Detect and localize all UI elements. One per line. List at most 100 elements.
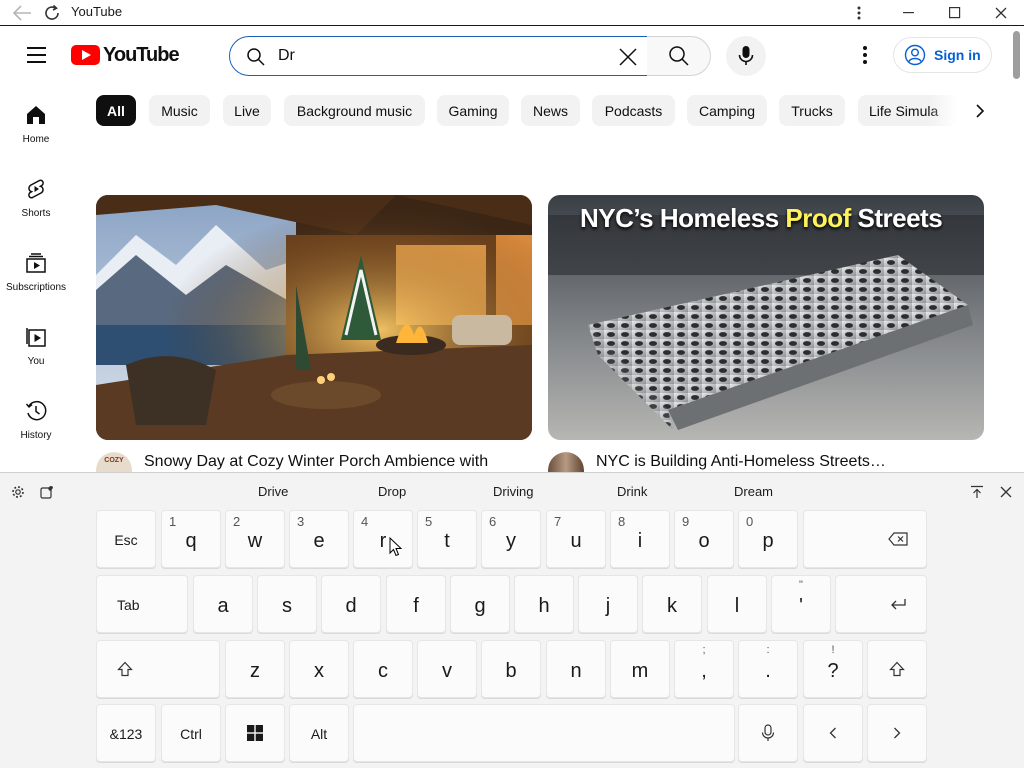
- key-dictation[interactable]: [738, 704, 798, 762]
- voice-search-button[interactable]: [726, 36, 766, 76]
- chip-all[interactable]: All: [96, 95, 136, 126]
- key-t[interactable]: 5t: [417, 510, 477, 568]
- key-k[interactable]: k: [642, 575, 702, 633]
- key-r[interactable]: 4r: [353, 510, 413, 568]
- close-keyboard-icon[interactable]: [997, 483, 1015, 501]
- chevron-right-icon[interactable]: [966, 95, 994, 127]
- chip-podcasts[interactable]: Podcasts: [592, 95, 675, 126]
- sidebar-item-home[interactable]: Home: [0, 90, 72, 160]
- search-button-icon: [668, 46, 689, 66]
- sidebar-item-you[interactable]: You: [0, 312, 72, 382]
- key-esc[interactable]: Esc: [96, 510, 156, 568]
- maximize-icon[interactable]: [932, 0, 978, 25]
- channel-avatar[interactable]: COZY: [96, 452, 132, 472]
- sign-in-button[interactable]: Sign in: [893, 37, 992, 73]
- search-button[interactable]: [647, 36, 711, 76]
- key-period[interactable]: :.: [738, 640, 798, 698]
- sidebar-item-shorts[interactable]: Shorts: [0, 164, 72, 234]
- dock-keyboard-icon[interactable]: [968, 483, 986, 501]
- keyboard-settings-icon[interactable]: [9, 483, 27, 501]
- key-h[interactable]: h: [514, 575, 574, 633]
- key-enter[interactable]: [835, 575, 927, 633]
- key-x[interactable]: x: [289, 640, 349, 698]
- key-e[interactable]: 3e: [289, 510, 349, 568]
- masthead: YouTube Dr Sign in: [0, 27, 1010, 83]
- video-thumbnail-winter-porch[interactable]: [96, 195, 532, 440]
- key-apostrophe[interactable]: " ': [771, 575, 831, 633]
- youtube-logo[interactable]: YouTube: [71, 43, 180, 67]
- suggestion-3[interactable]: Driving: [493, 484, 533, 499]
- suggestion-4[interactable]: Drink: [617, 484, 647, 499]
- key-d[interactable]: d: [321, 575, 381, 633]
- chip-live[interactable]: Live: [223, 95, 271, 126]
- key-v[interactable]: v: [417, 640, 477, 698]
- video-thumbnail-nyc-streets[interactable]: NYC’s Homeless Proof Streets: [548, 195, 984, 440]
- chip-trucks[interactable]: Trucks: [779, 95, 845, 126]
- key-s[interactable]: s: [257, 575, 317, 633]
- suggestion-2[interactable]: Drop: [378, 484, 406, 499]
- sidebar-item-subscriptions[interactable]: Subscriptions: [0, 238, 72, 308]
- key-n[interactable]: n: [546, 640, 606, 698]
- key-l[interactable]: l: [707, 575, 767, 633]
- sidebar-item-history[interactable]: History: [0, 386, 72, 456]
- key-u[interactable]: 7u: [546, 510, 606, 568]
- chip-gaming[interactable]: Gaming: [437, 95, 509, 126]
- key-w[interactable]: 2w: [225, 510, 285, 568]
- key-y[interactable]: 6y: [481, 510, 541, 568]
- key-shift-right[interactable]: [867, 640, 927, 698]
- key-tab[interactable]: Tab: [96, 575, 188, 633]
- key-space[interactable]: [353, 704, 735, 762]
- video-title[interactable]: NYC is Building Anti-Homeless Streets…: [596, 453, 886, 471]
- key-o[interactable]: 9o: [674, 510, 734, 568]
- key-b[interactable]: b: [481, 640, 541, 698]
- key-right-arrow[interactable]: [867, 704, 927, 762]
- key-i[interactable]: 8i: [610, 510, 670, 568]
- page-scrollbar[interactable]: [1010, 27, 1024, 472]
- channel-avatar[interactable]: [548, 452, 584, 472]
- settings-more-icon[interactable]: [853, 39, 877, 71]
- key-windows[interactable]: [225, 704, 285, 762]
- chip-news[interactable]: News: [521, 95, 580, 126]
- minimize-icon[interactable]: [886, 0, 932, 25]
- suggestion-5[interactable]: Dream: [734, 484, 773, 499]
- search-input[interactable]: Dr: [229, 36, 648, 76]
- key-a[interactable]: a: [193, 575, 253, 633]
- key-shift-left[interactable]: [96, 640, 220, 698]
- key-z[interactable]: z: [225, 640, 285, 698]
- key-comma[interactable]: ;,: [674, 640, 734, 698]
- chip-music[interactable]: Music: [149, 95, 210, 126]
- chip-background-music[interactable]: Background music: [284, 95, 425, 126]
- menu-icon[interactable]: [20, 39, 52, 71]
- back-arrow-icon[interactable]: [11, 2, 33, 24]
- clear-search-icon[interactable]: [616, 45, 640, 69]
- video-title[interactable]: Snowy Day at Cozy Winter Porch Ambience …: [144, 453, 488, 471]
- reload-icon[interactable]: [41, 2, 63, 24]
- key-backspace[interactable]: [803, 510, 927, 568]
- window-menu-icon[interactable]: [836, 0, 882, 25]
- key-f[interactable]: f: [386, 575, 446, 633]
- emoji-clipboard-icon[interactable]: [38, 483, 56, 501]
- key-symbols[interactable]: &123: [96, 704, 156, 762]
- key-question[interactable]: !?: [803, 640, 863, 698]
- key-alt[interactable]: Alt: [289, 704, 349, 762]
- key-letter: c: [378, 660, 388, 682]
- history-icon: [25, 400, 47, 421]
- mouse-cursor-icon: [389, 536, 403, 557]
- chip-camping[interactable]: Camping: [687, 95, 767, 126]
- key-ctrl[interactable]: Ctrl: [161, 704, 221, 762]
- home-icon: [27, 106, 45, 124]
- close-window-icon[interactable]: [978, 0, 1024, 25]
- key-p[interactable]: 0p: [738, 510, 798, 568]
- scrollbar-thumb[interactable]: [1013, 31, 1020, 79]
- key-c[interactable]: c: [353, 640, 413, 698]
- key-m[interactable]: m: [610, 640, 670, 698]
- shorts-icon: [28, 179, 44, 199]
- key-g[interactable]: g: [450, 575, 510, 633]
- key-j[interactable]: j: [578, 575, 638, 633]
- sidebar-item-label: Home: [22, 134, 50, 145]
- key-q[interactable]: 1q: [161, 510, 221, 568]
- key-left-arrow[interactable]: [803, 704, 863, 762]
- sidebar-item-label: Shorts: [21, 208, 51, 219]
- key-letter: p: [762, 530, 774, 552]
- suggestion-1[interactable]: Drive: [258, 484, 288, 499]
